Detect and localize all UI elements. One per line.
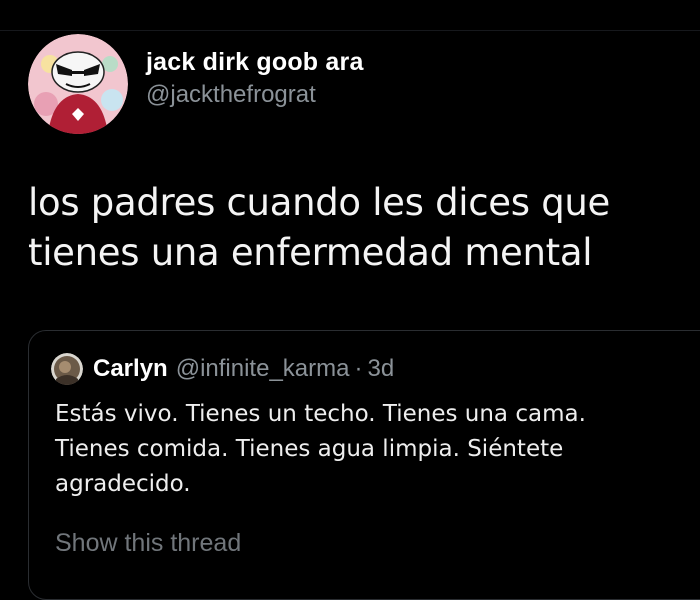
top-divider	[0, 30, 700, 31]
quoted-author-name[interactable]: Carlyn	[93, 355, 168, 383]
quoted-avatar[interactable]	[51, 353, 83, 385]
quoted-author-handle[interactable]: @infinite_karma	[176, 355, 350, 383]
author-display-name[interactable]: jack dirk goob ara	[146, 47, 364, 77]
quoted-tweet-header: Carlyn @infinite_karma · 3d	[51, 353, 394, 385]
separator-dot: ·	[354, 355, 363, 382]
tweet-text: los padres cuando les dices que tienes u…	[28, 181, 610, 274]
quoted-tweet-text: Estás vivo. Tienes un techo. Tienes una …	[55, 401, 586, 497]
avatar[interactable]	[28, 34, 128, 134]
cartoon-character-avatar-icon	[28, 34, 128, 134]
show-thread-link[interactable]: Show this thread	[55, 529, 241, 558]
author-names: jack dirk goob ara @jackthefrograt	[146, 47, 364, 111]
photo-avatar-icon	[51, 353, 83, 385]
author-handle[interactable]: @jackthefrograt	[146, 79, 364, 111]
tweet-header: jack dirk goob ara @jackthefrograt	[28, 34, 364, 134]
quoted-timestamp[interactable]: 3d	[367, 355, 394, 383]
quoted-tweet-card[interactable]: Carlyn @infinite_karma · 3d Estás vivo. …	[28, 330, 700, 600]
